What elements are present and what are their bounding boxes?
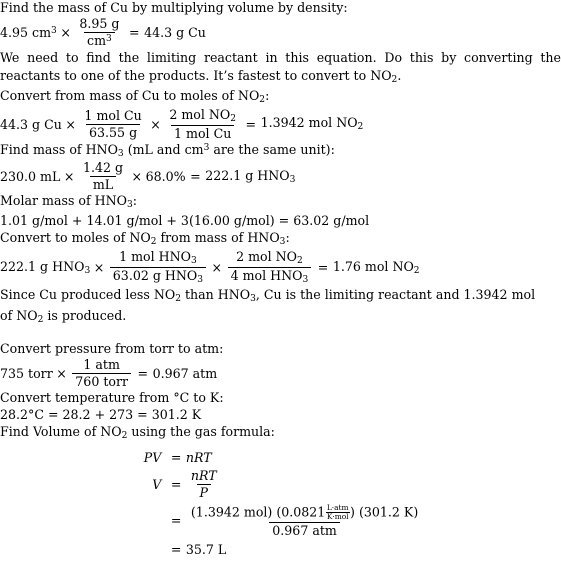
torr-denominator: 760 torr	[72, 373, 132, 389]
multiply-symbol-1: ×	[63, 169, 75, 185]
percent-concentration: 68.0%	[145, 169, 186, 185]
hno3-density-fraction: 1.42 g mL	[80, 161, 126, 192]
equals-symbol: =	[170, 541, 182, 557]
limiting-reactant-conclusion-line2: of NO2 is produced.	[0, 308, 127, 326]
density-numerator: 8.95 g	[79, 16, 120, 32]
density-fraction: 8.95 g cm3	[76, 17, 122, 48]
density-denominator: cm3	[84, 31, 115, 48]
nrt-over-p: = nRT P	[166, 469, 423, 500]
cu-mass-result: 44.3 g Cu	[144, 24, 206, 40]
hno3-molar-mass-fraction: 1 mol HNO3 63.02 g HNO3	[109, 248, 207, 285]
hno3-density-numerator: 1.42 g	[82, 160, 124, 176]
hno3-mass-result: 222.1 g HNO3	[205, 168, 296, 186]
nrt-numerator: nRT	[190, 467, 217, 483]
equals-symbol: =	[245, 116, 257, 132]
equals-symbol: =	[317, 259, 329, 275]
hno3-mol-denominator: 4 mol HNO3	[227, 266, 312, 285]
molar-mass-calculation: 1.01 g/mol + 14.01 g/mol + 3(16.00 g/mol…	[0, 212, 370, 228]
equals-symbol: =	[170, 513, 182, 529]
step8-heading: Convert pressure from torr to atm:	[0, 341, 224, 357]
hno3-mol-numerator: 1 mol HNO3	[119, 248, 197, 266]
substituted-values: = (1.3942 mol) (0.0821 L·atm K·mol) (301.2…	[166, 502, 423, 538]
final-volume-value: 35.7 L	[185, 541, 227, 557]
explanation-period: .	[397, 67, 402, 83]
explanation-text: We need to find the limiting reactant in…	[0, 49, 561, 83]
substitution-numerator: (1.3942 mol) (0.0821 L·atm K·mol) (301.2 K…	[190, 502, 419, 522]
cu-mol-numerator: 1 mol Cu	[84, 107, 142, 123]
step10-heading: Find Volume of NO2 using the gas formula…	[0, 424, 275, 442]
step4-equation: 230.0 mL × 1.42 g mL × 68.0% = 222.1 g H…	[0, 161, 561, 192]
cu-mass-start: 44.3 g Cu	[0, 116, 62, 132]
volume-result: = 35.7 L	[166, 542, 423, 557]
pressure-atm-result: 0.967 atm	[152, 366, 218, 382]
step3-equation: 44.3 g Cu × 1 mol Cu 63.55 g × 2 mol NO2…	[0, 106, 561, 141]
torr-to-atm-fraction: 1 atm 760 torr	[72, 357, 132, 389]
cu-gram-denominator: 63.55 g	[86, 123, 141, 140]
cu-volume-value: 4.95 cm3	[0, 24, 57, 40]
multiply-symbol-1: ×	[65, 116, 76, 132]
multiply-symbol: ×	[60, 24, 71, 40]
step8-equation: 735 torr × 1 atm 760 torr = 0.967 atm	[0, 358, 561, 389]
no2-moles-from-hno3-result: 1.76 mol NO2	[332, 258, 420, 276]
cu-molar-mass-fraction: 1 mol Cu 63.55 g	[81, 107, 144, 140]
equals-symbol: =	[190, 169, 201, 185]
step4-heading: Find mass of HNO3 (mL and cm3 are the sa…	[0, 141, 335, 159]
cu-mol-denominator: 1 mol Cu	[171, 124, 235, 141]
multiply-symbol-2: ×	[131, 169, 143, 185]
substitution-fraction: (1.3942 mol) (0.0821 L·atm K·mol) (301.2 K…	[188, 502, 421, 538]
equals-symbol: =	[170, 449, 182, 465]
equals-symbol: =	[137, 366, 149, 382]
ideal-gas-law-derivation: PV = nRT V = nRT P = (1.3942 mol) (0.082…	[0, 450, 561, 557]
solution-document: Find the mass of Cu by multiplying volum…	[0, 0, 561, 576]
limiting-reactant-conclusion-line1: Since Cu produced less NO2 than HNO3, Cu…	[0, 286, 536, 305]
step1-equation: 4.95 cm3 × 8.95 g cm3 = 44.3 g Cu	[0, 17, 561, 48]
no2-mol-numerator: 2 mol NO2	[169, 106, 237, 124]
step1-heading: Find the mass of Cu by multiplying volum…	[0, 0, 348, 15]
multiply-symbol: ×	[56, 366, 67, 382]
gas-constant-units: L·atm K·mol	[325, 502, 350, 522]
equals-symbol: =	[129, 24, 140, 40]
hno3-gram-denominator: 63.02 g HNO3	[109, 266, 207, 285]
step3-heading: Convert from mass of Cu to moles of NO2:	[0, 87, 270, 105]
pressure-denominator: 0.967 atm	[269, 522, 340, 538]
equals-symbol: =	[170, 476, 182, 492]
no2-mol-numerator: 2 mol NO2	[236, 248, 303, 266]
nrt-term: = nRT	[166, 450, 423, 465]
step5-heading: Molar mass of HNO3:	[0, 192, 138, 211]
hno3-mass-start: 222.1 g HNO3	[0, 258, 91, 276]
hno3-to-no2-ratio-fraction: 2 mol NO2 4 mol HNO3	[227, 248, 312, 285]
atm-numerator: 1 atm	[83, 357, 120, 373]
pressure-torr-start: 735 torr	[0, 366, 53, 382]
multiply-symbol-2: ×	[211, 259, 223, 275]
step9-heading: Convert temperature from °C to K:	[0, 389, 224, 405]
hno3-density-denominator: mL	[89, 176, 117, 192]
no2-moles-from-cu-result: 1.3942 mol NO2	[260, 115, 364, 133]
v-term: V	[152, 476, 162, 492]
step6-equation: 222.1 g HNO3 × 1 mol HNO3 63.02 g HNO3 ×…	[0, 248, 561, 285]
multiply-symbol-2: ×	[150, 116, 161, 132]
limiting-reactant-explanation: We need to find the limiting reactant in…	[0, 49, 561, 87]
cu-to-no2-ratio-fraction: 2 mol NO2 1 mol Cu	[166, 106, 239, 141]
multiply-symbol-1: ×	[93, 259, 105, 275]
p-denominator: P	[196, 483, 212, 500]
nrt-over-p-fraction: nRT P	[188, 469, 220, 500]
hno3-volume-start: 230.0 mL	[0, 169, 61, 185]
temperature-conversion: 28.2°C = 28.2 + 273 = 301.2 K	[0, 407, 202, 422]
pv-term: PV	[143, 449, 162, 465]
nrt-expression: nRT	[185, 449, 212, 465]
step6-heading: Convert to moles of NO2 from mass of HNO…	[0, 229, 290, 248]
